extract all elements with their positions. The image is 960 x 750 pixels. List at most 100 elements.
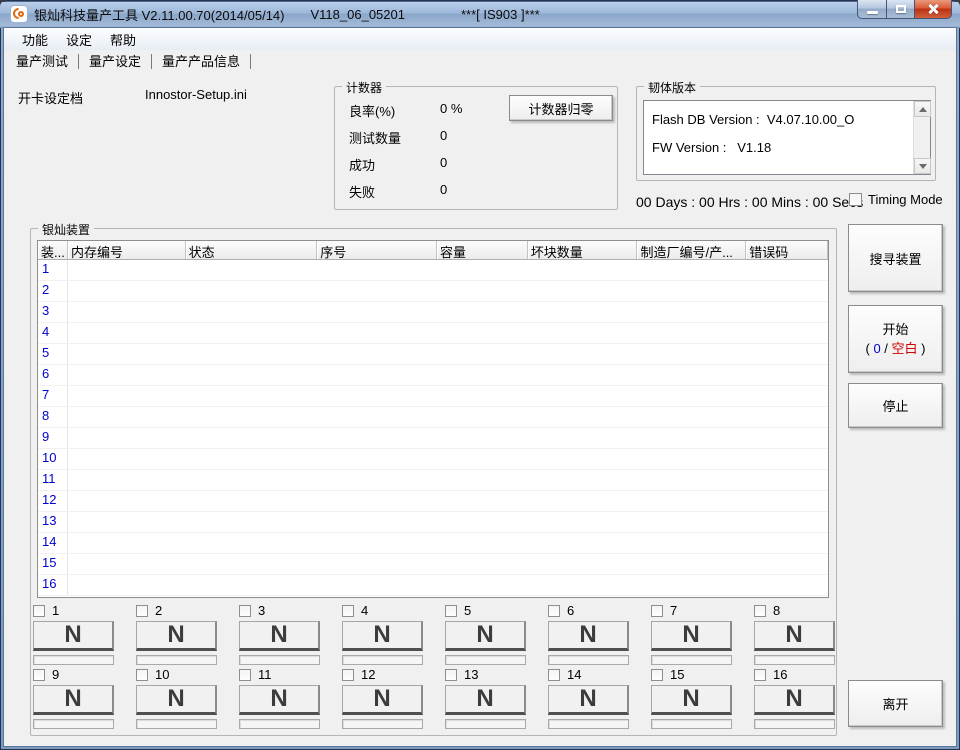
counter-reset-button[interactable]: 计数器归零 <box>509 95 613 121</box>
column-header-7[interactable]: 制造厂编号/产... <box>637 241 746 259</box>
port-checkbox-16[interactable] <box>754 669 766 681</box>
port-checkbox-2[interactable] <box>136 605 148 617</box>
port-checkbox-row: 7 <box>651 603 732 618</box>
table-row[interactable]: 13 <box>38 512 828 533</box>
counter-field-value: 0 <box>440 128 447 143</box>
port-checkbox-6[interactable] <box>548 605 560 617</box>
firmware-listbox[interactable]: Flash DB Version : V4.07.10.00_OFW Versi… <box>643 100 931 175</box>
port-status-display: N <box>445 685 526 715</box>
table-row[interactable]: 11 <box>38 470 828 491</box>
column-header-6[interactable]: 坏块数量 <box>528 241 638 259</box>
firmware-scrollbar[interactable] <box>913 101 930 174</box>
table-cell <box>528 428 638 448</box>
port-checkbox-5[interactable] <box>445 605 457 617</box>
table-cell <box>317 407 437 427</box>
row-number: 2 <box>38 281 68 301</box>
table-cell <box>746 470 828 490</box>
row-number: 3 <box>38 302 68 322</box>
exit-button[interactable]: 离开 <box>848 680 943 727</box>
app-icon <box>10 5 28 23</box>
scroll-up-button[interactable] <box>914 101 931 117</box>
menu-item-2[interactable]: 设定 <box>57 28 101 51</box>
menu-bar: 功能设定帮助 <box>4 28 956 50</box>
port-checkbox-4[interactable] <box>342 605 354 617</box>
timing-mode-checkbox[interactable] <box>849 193 862 206</box>
search-devices-button[interactable]: 搜寻装置 <box>848 224 943 292</box>
port-checkbox-1[interactable] <box>33 605 45 617</box>
table-cell <box>437 386 528 406</box>
table-cell <box>637 386 746 406</box>
config-file-label: 开卡设定档 <box>18 88 83 107</box>
port-unit-10: 10N <box>136 667 217 729</box>
port-checkbox-11[interactable] <box>239 669 251 681</box>
table-row[interactable]: 9 <box>38 428 828 449</box>
port-number: 11 <box>258 667 272 682</box>
port-checkbox-row: 1 <box>33 603 114 618</box>
port-checkbox-8[interactable] <box>754 605 766 617</box>
table-cell <box>437 323 528 343</box>
port-checkbox-9[interactable] <box>33 669 45 681</box>
port-checkbox-10[interactable] <box>136 669 148 681</box>
tab-2[interactable]: 量产设定 <box>89 54 152 69</box>
table-row[interactable]: 8 <box>38 407 828 428</box>
table-cell <box>637 344 746 364</box>
title-bar[interactable]: 银灿科技量产工具 V2.11.00.70(2014/05/14) V118_06… <box>0 0 960 28</box>
start-button[interactable]: 开始 ( 0 / 空白 ) <box>848 305 943 373</box>
stop-button[interactable]: 停止 <box>848 383 943 428</box>
port-checkbox-3[interactable] <box>239 605 251 617</box>
table-cell <box>437 260 528 280</box>
column-header-2[interactable]: 内存编号 <box>68 241 186 259</box>
port-checkbox-12[interactable] <box>342 669 354 681</box>
row-number: 9 <box>38 428 68 448</box>
column-header-1[interactable]: 装... <box>38 241 68 259</box>
maximize-button[interactable] <box>887 0 915 19</box>
table-row[interactable]: 2 <box>38 281 828 302</box>
table-row[interactable]: 5 <box>38 344 828 365</box>
column-header-3[interactable]: 状态 <box>186 241 318 259</box>
minimize-button[interactable] <box>857 0 887 19</box>
tab-bar: 量产测试量产设定量产产品信息 <box>4 50 956 73</box>
table-cell <box>68 554 186 574</box>
tab-1[interactable]: 量产测试 <box>16 54 79 69</box>
table-cell <box>317 533 437 553</box>
table-row[interactable]: 1 <box>38 260 828 281</box>
tab-3[interactable]: 量产产品信息 <box>162 54 251 69</box>
counter-field-value: 0 <box>440 182 447 197</box>
port-checkbox-row: 14 <box>548 667 629 682</box>
table-row[interactable]: 14 <box>38 533 828 554</box>
port-checkbox-7[interactable] <box>651 605 663 617</box>
table-cell <box>528 281 638 301</box>
table-row[interactable]: 12 <box>38 491 828 512</box>
port-checkbox-13[interactable] <box>445 669 457 681</box>
minimize-icon <box>867 11 878 14</box>
table-row[interactable]: 15 <box>38 554 828 575</box>
table-row[interactable]: 6 <box>38 365 828 386</box>
menu-item-3[interactable]: 帮助 <box>101 28 145 51</box>
menu-item-1[interactable]: 功能 <box>13 28 57 51</box>
port-checkbox-row: 4 <box>342 603 423 618</box>
table-cell <box>528 260 638 280</box>
table-cell <box>437 428 528 448</box>
table-cell <box>317 302 437 322</box>
port-checkbox-row: 8 <box>754 603 835 618</box>
table-row[interactable]: 4 <box>38 323 828 344</box>
arrow-down-icon <box>919 164 927 169</box>
port-progress-bar <box>239 655 320 665</box>
table-row[interactable]: 16 <box>38 575 828 596</box>
table-row[interactable]: 10 <box>38 449 828 470</box>
port-checkbox-14[interactable] <box>548 669 560 681</box>
table-row[interactable]: 7 <box>38 386 828 407</box>
port-checkbox-15[interactable] <box>651 669 663 681</box>
column-header-8[interactable]: 错误码 <box>746 241 828 259</box>
column-header-4[interactable]: 序号 <box>317 241 437 259</box>
table-row[interactable]: 3 <box>38 302 828 323</box>
table-cell <box>637 575 746 595</box>
port-checkbox-row: 15 <box>651 667 732 682</box>
table-cell <box>746 323 828 343</box>
column-header-5[interactable]: 容量 <box>437 241 528 259</box>
port-unit-6: 6N <box>548 603 629 665</box>
scroll-down-button[interactable] <box>914 158 931 174</box>
table-cell <box>746 386 828 406</box>
firmware-line: Flash DB Version : V4.07.10.00_O <box>652 106 908 134</box>
close-button[interactable] <box>915 0 952 19</box>
